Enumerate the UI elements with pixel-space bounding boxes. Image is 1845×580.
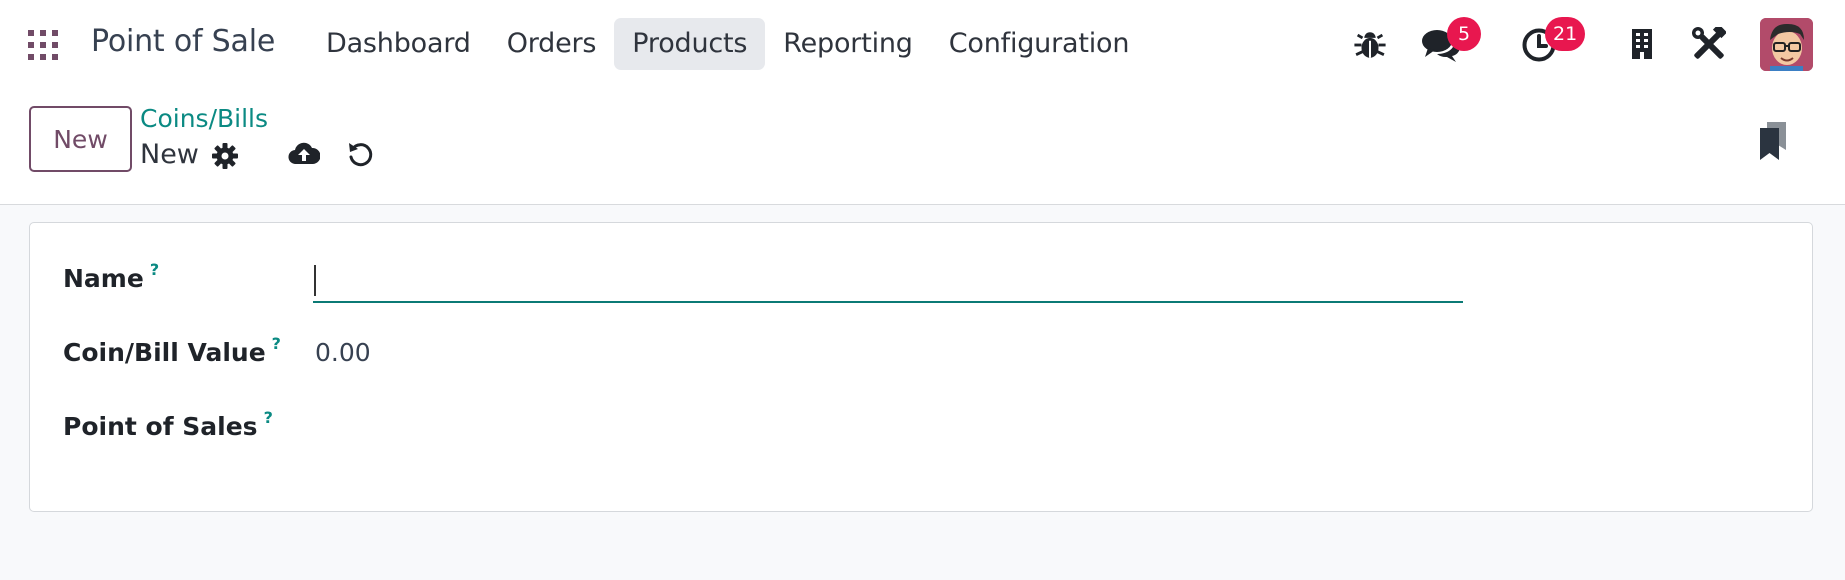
point-of-sales-label: Point of Sales? xyxy=(63,408,273,441)
breadcrumb-current: New xyxy=(140,139,199,170)
gear-icon[interactable] xyxy=(212,143,238,169)
point-of-sales-label-text: Point of Sales xyxy=(63,412,258,441)
main-menu: Dashboard Orders Products Reporting Conf… xyxy=(308,18,1147,70)
menu-products[interactable]: Products xyxy=(614,18,766,70)
activities-badge: 21 xyxy=(1545,17,1586,51)
apps-grid-icon[interactable] xyxy=(26,28,60,62)
app-brand[interactable]: Point of Sale xyxy=(91,24,275,59)
building-icon[interactable] xyxy=(1630,28,1654,60)
new-button[interactable]: New xyxy=(29,106,132,172)
menu-orders[interactable]: Orders xyxy=(489,18,615,70)
menu-reporting[interactable]: Reporting xyxy=(765,18,930,70)
name-input[interactable] xyxy=(313,261,1463,303)
text-cursor xyxy=(314,265,316,296)
main-navbar: Point of Sale Dashboard Orders Products … xyxy=(0,0,1845,88)
menu-dashboard[interactable]: Dashboard xyxy=(308,18,489,70)
name-label: Name? xyxy=(63,260,159,293)
cloud-upload-icon[interactable] xyxy=(288,140,321,166)
menu-configuration[interactable]: Configuration xyxy=(931,18,1148,70)
point-of-sales-field[interactable] xyxy=(313,403,1463,443)
form-sheet: Name? Coin/Bill Value? 0.00 Point of Sal… xyxy=(29,222,1813,512)
tools-icon[interactable] xyxy=(1692,23,1728,61)
coin-bill-value-label: Coin/Bill Value? xyxy=(63,334,281,367)
coin-bill-value-field[interactable]: 0.00 xyxy=(315,338,371,367)
coin-bill-value-label-text: Coin/Bill Value xyxy=(63,338,266,367)
point-of-sales-help-icon[interactable]: ? xyxy=(264,408,273,427)
undo-icon[interactable] xyxy=(347,140,374,168)
name-help-icon[interactable]: ? xyxy=(150,260,159,279)
breadcrumb-parent[interactable]: Coins/Bills xyxy=(140,104,268,133)
messages-badge: 5 xyxy=(1447,17,1481,51)
user-avatar[interactable] xyxy=(1760,18,1813,71)
control-panel: New Coins/Bills New xyxy=(0,88,1845,205)
coin-bill-value-help-icon[interactable]: ? xyxy=(272,334,281,353)
bookmark-icon[interactable] xyxy=(1759,122,1787,160)
name-label-text: Name xyxy=(63,264,144,293)
bug-icon[interactable] xyxy=(1353,28,1387,62)
